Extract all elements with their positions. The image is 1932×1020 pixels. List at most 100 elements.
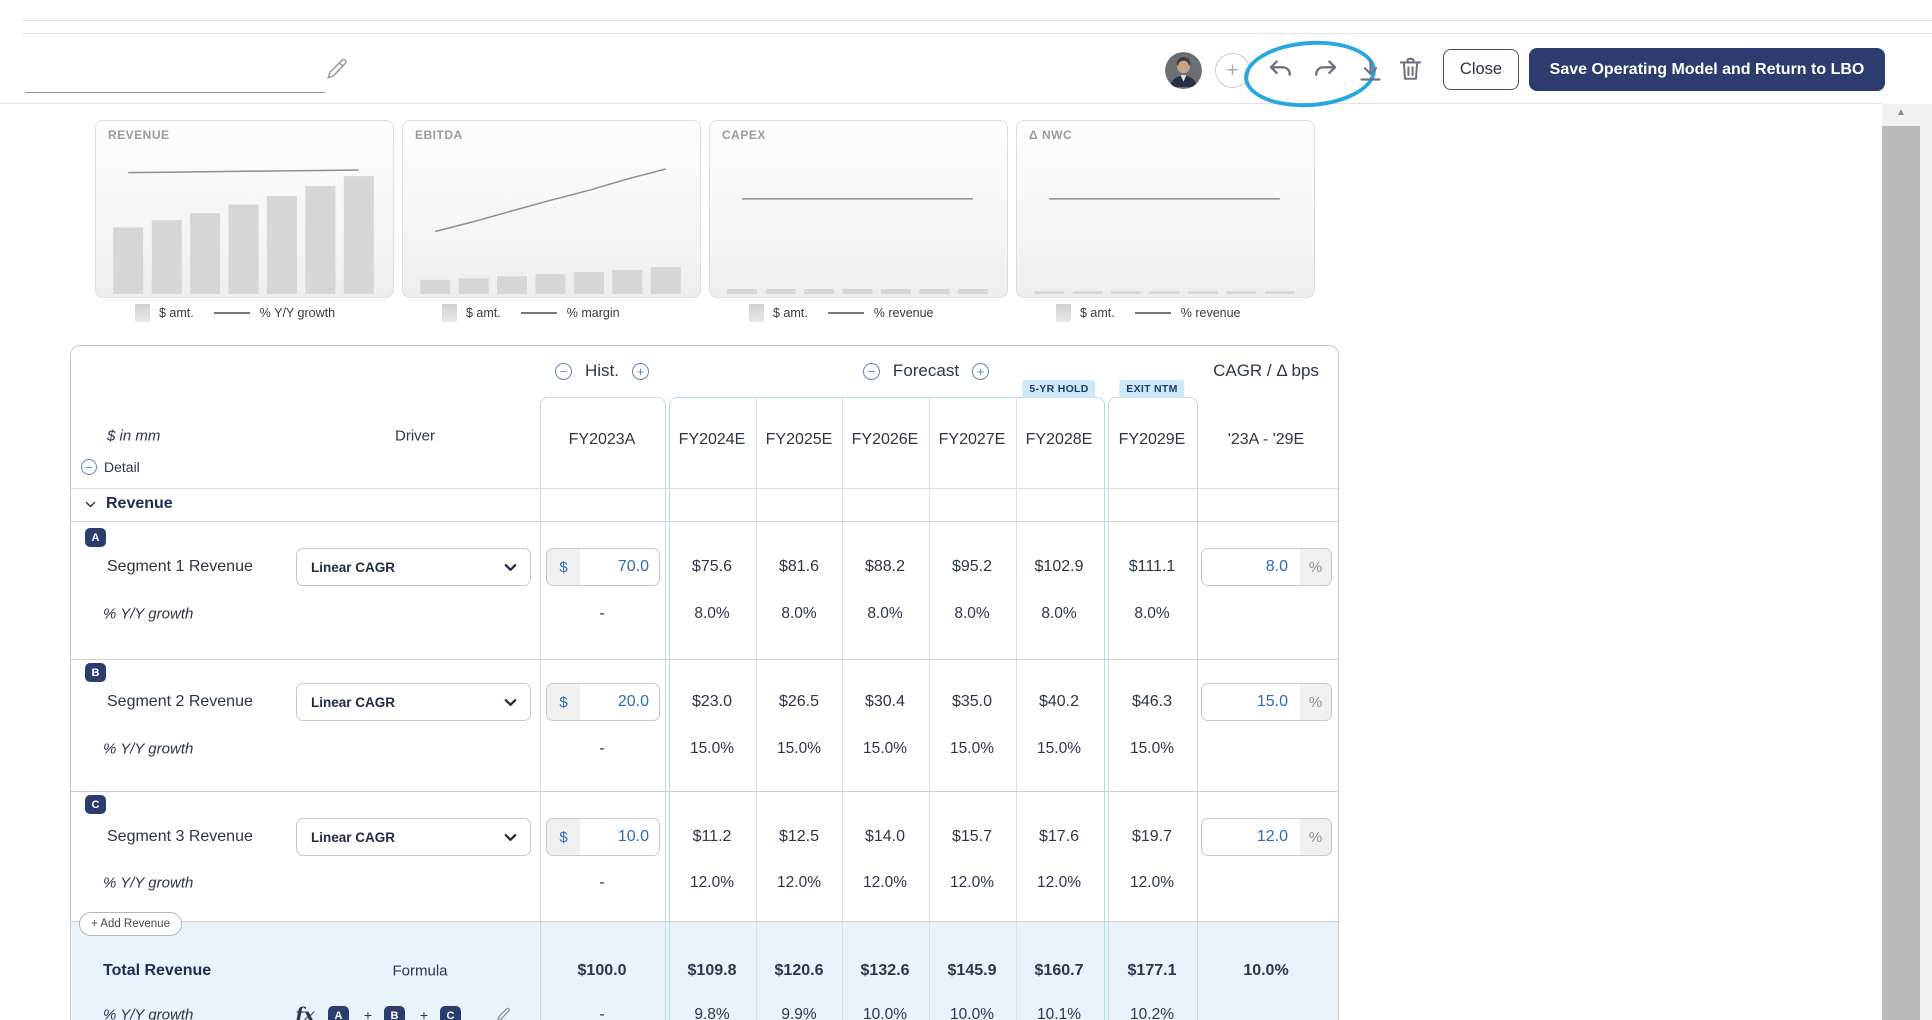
line-swatch-icon	[828, 312, 864, 314]
legend-pct-label: % revenue	[1181, 306, 1241, 320]
col-header-fy2023a: FY2023A	[569, 431, 636, 449]
cell-growth: 15.0%	[950, 740, 994, 758]
segment-a-driver-dropdown[interactable]: Linear CAGR	[296, 548, 531, 586]
col-header-fy2028e: FY2028E	[1026, 431, 1093, 449]
revenue-chart-legend: $ amt. % Y/Y growth	[135, 302, 335, 324]
forecast-collapse-icon[interactable]: −	[863, 363, 880, 380]
formula-plus: +	[420, 1007, 428, 1020]
model-title-input[interactable]	[25, 62, 325, 93]
legend-amount-label: $ amt.	[466, 306, 501, 320]
nwc-chart-plot	[1017, 125, 1312, 297]
segment-c-driver-dropdown[interactable]: Linear CAGR	[296, 818, 531, 856]
cell-growth: 8.0%	[1134, 605, 1169, 623]
cell-value: $11.2	[693, 828, 732, 846]
chevron-down-icon	[503, 560, 518, 575]
cell-growth: 8.0%	[694, 605, 729, 623]
row-divider	[71, 659, 1338, 660]
capex-chart-card: CAPEX	[709, 120, 1008, 298]
col-header-fy2027e: FY2027E	[939, 431, 1006, 449]
cell-value: $95.2	[952, 558, 992, 576]
detail-collapse-icon[interactable]: −	[81, 459, 97, 475]
segment-a-base-input[interactable]: 70.0	[580, 548, 660, 586]
growth-row-label: % Y/Y growth	[103, 741, 193, 758]
chart-title: EBITDA	[415, 128, 463, 142]
forecast-header-group: − Forecast +	[863, 361, 989, 381]
segment-b-driver-dropdown[interactable]: Linear CAGR	[296, 683, 531, 721]
segment-a-cagr-input[interactable]: 8.0	[1201, 548, 1301, 586]
cell-growth: 15.0%	[863, 740, 907, 758]
chevron-down-icon	[503, 695, 518, 710]
revenue-section-toggle[interactable]: Revenue	[84, 495, 173, 513]
cell-value: $120.6	[775, 962, 824, 980]
cell-value: $26.5	[779, 693, 819, 711]
ebitda-chart-card: EBITDA	[402, 120, 701, 298]
segment-c-cagr-input[interactable]: 12.0	[1201, 818, 1301, 856]
operating-model-table: − Hist. + − Forecast + CAGR / Δ bps 5-YR…	[70, 345, 1339, 1020]
segment-name: Segment 1 Revenue	[107, 558, 253, 576]
detail-label: Detail	[104, 459, 140, 475]
download-icon[interactable]	[1357, 57, 1384, 84]
revenue-chart-card: REVENUE	[95, 120, 394, 298]
cell-growth: 15.0%	[690, 740, 734, 758]
cell-value: $30.4	[865, 693, 905, 711]
scrollbar-thumb[interactable]	[1882, 126, 1920, 1020]
percent-suffix: %	[1300, 548, 1332, 586]
cell-value: $100.0	[578, 962, 627, 980]
forecast-expand-icon[interactable]: +	[972, 363, 989, 380]
currency-prefix: $	[546, 818, 581, 856]
cell-growth: 12.0%	[1037, 874, 1081, 892]
hist-expand-icon[interactable]: +	[632, 363, 649, 380]
save-return-lbo-button[interactable]: Save Operating Model and Return to LBO	[1529, 48, 1885, 91]
currency-prefix: $	[546, 683, 581, 721]
column-separator	[756, 398, 757, 1020]
cell-growth: 15.0%	[1130, 740, 1174, 758]
total-driver-label: Formula	[392, 963, 447, 980]
cell-value: $40.2	[1039, 693, 1079, 711]
cell-growth: 10.1%	[1037, 1006, 1081, 1020]
edit-formula-pencil-icon[interactable]	[495, 1006, 512, 1020]
percent-suffix: %	[1300, 818, 1332, 856]
cell-value: -	[599, 605, 604, 623]
cell-growth: 8.0%	[954, 605, 989, 623]
cell-value: $23.0	[692, 693, 732, 711]
detail-toggle[interactable]: − Detail	[81, 459, 140, 475]
cell-value: -	[599, 740, 604, 758]
exit-ntm-badge: EXIT NTM	[1119, 380, 1184, 398]
segment-b-cagr-input[interactable]: 15.0	[1201, 683, 1301, 721]
segment-c-base-input[interactable]: 10.0	[580, 818, 660, 856]
trash-icon[interactable]	[1396, 54, 1425, 83]
scrollbar-up-arrow[interactable]: ▲	[1882, 107, 1920, 118]
formula-term-b-badge: B	[384, 1006, 405, 1020]
avatar[interactable]	[1165, 52, 1202, 89]
capex-chart-legend: $ amt. % revenue	[749, 302, 934, 324]
cell-growth: 12.0%	[950, 874, 994, 892]
segment-b-base-input[interactable]: 20.0	[580, 683, 660, 721]
legend-amount-label: $ amt.	[159, 306, 194, 320]
top-divider-2	[22, 33, 1932, 34]
nwc-chart-legend: $ amt. % revenue	[1056, 302, 1241, 324]
units-label: $ in mm	[107, 428, 160, 445]
legend-pct-label: % Y/Y growth	[260, 306, 335, 320]
plus-icon: +	[1226, 59, 1238, 83]
cell-growth: 12.0%	[690, 874, 734, 892]
bar-swatch-icon	[1056, 304, 1071, 322]
driver-value: Linear CAGR	[311, 560, 395, 575]
chart-title: CAPEX	[722, 128, 766, 142]
capex-chart-plot	[710, 125, 1005, 297]
growth-row-label: % Y/Y growth	[103, 606, 193, 623]
add-revenue-button[interactable]: + Add Revenue	[79, 912, 182, 936]
close-button[interactable]: Close	[1443, 49, 1519, 90]
cell-value: $14.0	[865, 828, 905, 846]
cell-value: $109.8	[688, 962, 737, 980]
legend-pct-label: % margin	[567, 306, 620, 320]
toolbar-divider	[0, 103, 1882, 104]
hist-collapse-icon[interactable]: −	[555, 363, 572, 380]
chart-title: REVENUE	[108, 128, 170, 142]
cell-value: -	[599, 874, 604, 892]
cell-growth: 15.0%	[1037, 740, 1081, 758]
edit-title-pencil-icon[interactable]	[324, 56, 350, 82]
row-divider	[71, 521, 1338, 522]
fx-icon: fx	[295, 1004, 315, 1020]
cell-value: $12.5	[779, 828, 819, 846]
cell-growth: 15.0%	[777, 740, 821, 758]
